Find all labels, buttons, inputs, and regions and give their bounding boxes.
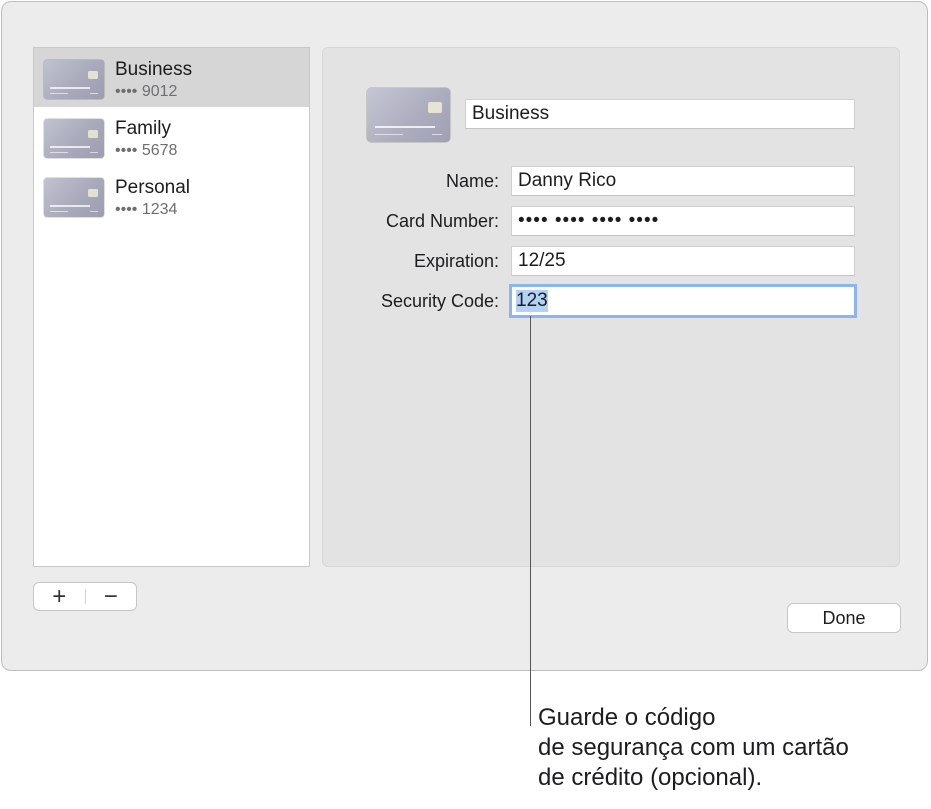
- credit-card-icon: [44, 60, 104, 99]
- callout-line-3: de crédito (opcional).: [538, 764, 763, 791]
- expiration-label: Expiration:: [413, 250, 499, 271]
- name-field[interactable]: Danny Rico: [511, 166, 855, 196]
- credit-card-icon: [367, 88, 450, 142]
- card-list-item-number: •••• 5678: [115, 142, 178, 159]
- credit-card-icon: [44, 178, 104, 217]
- name-label: Name:: [445, 170, 499, 191]
- card-list-item-title: Family: [115, 118, 171, 139]
- done-button[interactable]: Done: [787, 603, 901, 633]
- credit-card-icon: [44, 119, 104, 158]
- card-list-item-title: Business: [115, 59, 193, 80]
- card-list-item-number: •••• 9012: [115, 83, 178, 100]
- callout-line-2: de segurança com um cartão: [538, 734, 849, 761]
- card-detail-panel: Business Name: Danny Rico Card Number: •…: [322, 47, 900, 567]
- card-list-item-family[interactable]: Family •••• 5678: [34, 107, 309, 166]
- security-code-label: Security Code:: [380, 290, 499, 311]
- card-description-field[interactable]: Business: [465, 99, 855, 129]
- card-list-item-number: •••• 1234: [115, 201, 178, 218]
- security-code-field[interactable]: 123: [509, 284, 857, 318]
- card-list-item-business[interactable]: Business •••• 9012: [34, 48, 309, 107]
- callout-line-1: Guarde o código: [538, 704, 716, 731]
- card-list: Business •••• 9012 Family •••• 5678 Pers…: [33, 47, 310, 567]
- security-code-value: 123: [516, 290, 548, 312]
- expiration-field[interactable]: 12/25: [511, 246, 855, 276]
- callout-text: Guarde o código de segurança com um cart…: [538, 703, 928, 793]
- callout-line: [530, 316, 531, 726]
- add-card-button[interactable]: +: [34, 583, 85, 610]
- card-list-item-title: Personal: [115, 177, 190, 198]
- card-list-item-personal[interactable]: Personal •••• 1234: [34, 166, 309, 225]
- card-settings-window: Business •••• 9012 Family •••• 5678 Pers…: [1, 1, 928, 671]
- add-remove-control: + −: [33, 582, 137, 611]
- card-number-label: Card Number:: [385, 210, 499, 231]
- card-number-field[interactable]: •••• •••• •••• ••••: [511, 206, 855, 236]
- remove-card-button[interactable]: −: [86, 583, 137, 610]
